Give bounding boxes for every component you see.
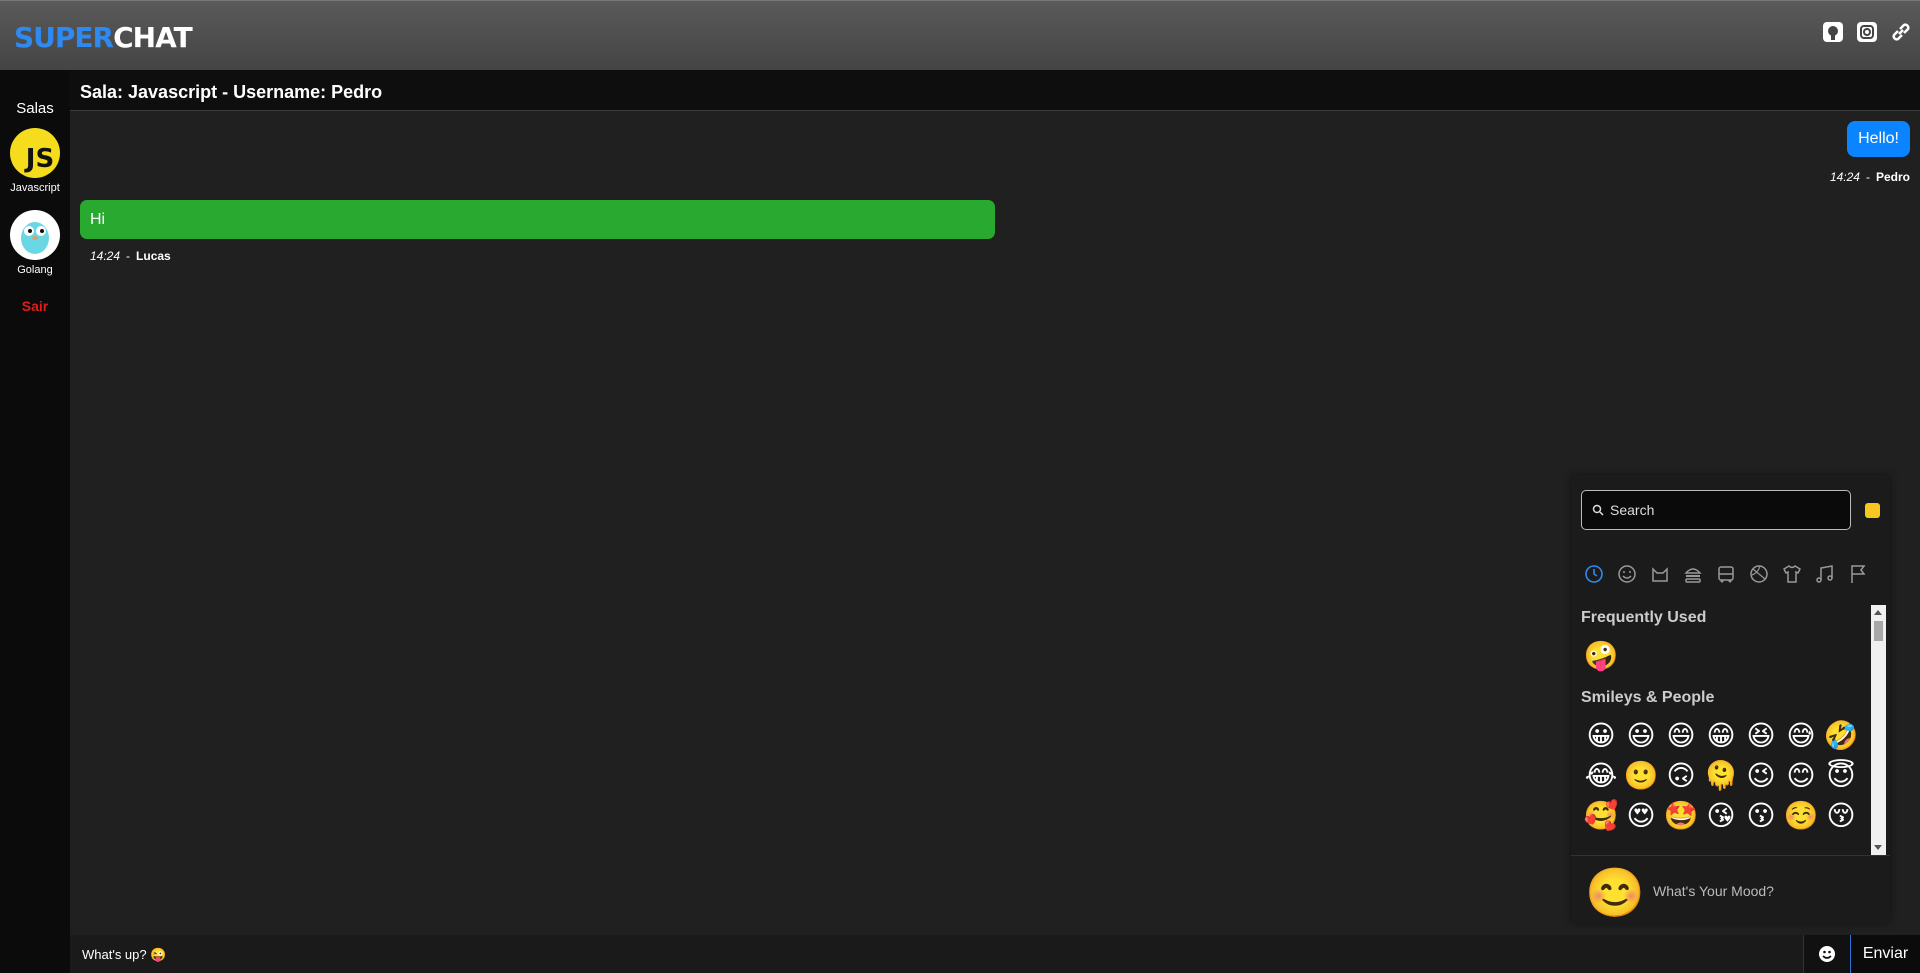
emoji-search-input[interactable]: Search — [1581, 490, 1851, 530]
emoji-smileys-0[interactable]: 😀 — [1581, 715, 1621, 755]
shirt-icon[interactable] — [1779, 561, 1805, 587]
emoji-list: Frequently Used 🤪 Smileys & People 😀 😃 😄 😁 😆… — [1571, 605, 1890, 855]
preview-emoji: 😊 — [1585, 867, 1645, 920]
message-time: 14:24 — [1829, 170, 1860, 184]
header-icons — [1822, 21, 1912, 43]
link-icon[interactable] — [1890, 21, 1912, 43]
emoji-smileys-12[interactable]: 😊 — [1781, 755, 1821, 795]
emoji-list-scrollbar[interactable] — [1871, 605, 1886, 855]
bus-icon[interactable] — [1713, 561, 1739, 587]
search-icon — [1592, 504, 1604, 516]
emoji-smileys-6[interactable]: 🤣 — [1821, 715, 1861, 755]
emoji-smileys-14[interactable]: 🥰 — [1581, 795, 1621, 835]
emoji-picker: Search Frequently Used 🤪 Smileys & Peopl… — [1571, 475, 1890, 923]
emoji-grid-smileys: 😀 😃 😄 😁 😆 😅 🤣 😂 🙂 🙃 🫠 😉 😊 😇 🥰 😍 🤩 😘 😗 ☺️ 😚 — [1581, 715, 1861, 835]
top-bar: SUPERCHAT — [0, 0, 1920, 70]
emoji-smileys-5[interactable]: 😅 — [1781, 715, 1821, 755]
message-meta: 14:24- Pedro — [1830, 170, 1910, 184]
smiley-icon[interactable] — [1614, 561, 1640, 587]
emoji-smileys-8[interactable]: 🙂 — [1621, 755, 1661, 795]
room-header: Sala: Javascript - Username: Pedro — [70, 70, 1920, 111]
emoji-smileys-18[interactable]: 😗 — [1741, 795, 1781, 835]
send-button[interactable]: Enviar — [1850, 935, 1920, 973]
gopher-icon — [10, 210, 60, 260]
scroll-down-arrow-icon[interactable] — [1874, 845, 1882, 850]
emoji-category-bar — [1581, 561, 1871, 587]
message-input[interactable]: What's up? 😜 — [82, 947, 166, 963]
room-javascript[interactable]: JS Javascript — [0, 128, 70, 194]
meta-separator: - — [1865, 170, 1870, 184]
emoji-smileys-4[interactable]: 😆 — [1741, 715, 1781, 755]
javascript-logo-icon: JS — [10, 128, 60, 178]
rooms-sidebar: Salas JS Javascript Golang Sair — [0, 70, 70, 973]
scrollbar-thumb[interactable] — [1874, 621, 1883, 641]
sidebar-title: Salas — [16, 100, 54, 117]
exit-button[interactable]: Sair — [0, 298, 70, 314]
music-icon[interactable] — [1812, 561, 1838, 587]
section-title-frequent: Frequently Used — [1581, 609, 1707, 626]
message-meta: 14:24- Lucas — [90, 249, 171, 263]
emoji-smileys-10[interactable]: 🫠 — [1701, 755, 1741, 795]
clock-icon[interactable] — [1581, 561, 1607, 587]
ball-icon[interactable] — [1746, 561, 1772, 587]
emoji-smileys-20[interactable]: 😚 — [1821, 795, 1861, 835]
emoji-smileys-3[interactable]: 😁 — [1701, 715, 1741, 755]
emoji-smileys-17[interactable]: 😘 — [1701, 795, 1741, 835]
emoji-smileys-13[interactable]: 😇 — [1821, 755, 1861, 795]
emoji-toggle-button[interactable] — [1803, 935, 1850, 973]
logo: SUPERCHAT — [14, 21, 193, 54]
message-bubble-incoming: Hi — [80, 200, 995, 239]
emoji-smileys-9[interactable]: 🙃 — [1661, 755, 1701, 795]
room-golang[interactable]: Golang — [0, 210, 70, 276]
message-time: 14:24 — [90, 249, 121, 263]
search-placeholder: Search — [1610, 502, 1655, 518]
emoji-smileys-15[interactable]: 😍 — [1621, 795, 1661, 835]
emoji-smileys-7[interactable]: 😂 — [1581, 755, 1621, 795]
message-author: Lucas — [136, 249, 171, 263]
cat-icon[interactable] — [1647, 561, 1673, 587]
flag-icon[interactable] — [1845, 561, 1871, 587]
emoji-frequent-0[interactable]: 🤪 — [1581, 635, 1621, 675]
message-composer[interactable]: What's up? 😜 — [70, 935, 1920, 973]
skin-tone-button[interactable] — [1865, 503, 1880, 518]
emoji-smileys-11[interactable]: 😉 — [1741, 755, 1781, 795]
instagram-icon[interactable] — [1856, 21, 1878, 43]
room-label: Javascript — [10, 182, 60, 194]
room-title: Sala: Javascript - Username: Pedro — [80, 82, 383, 102]
emoji-grid-frequent: 🤪 — [1581, 635, 1861, 675]
message-bubble-outgoing: Hello! — [1847, 121, 1910, 157]
meta-separator: - — [126, 249, 131, 263]
emoji-smileys-16[interactable]: 🤩 — [1661, 795, 1701, 835]
github-icon[interactable] — [1822, 21, 1844, 43]
smiley-icon — [1819, 946, 1835, 962]
emoji-smileys-1[interactable]: 😃 — [1621, 715, 1661, 755]
section-title-smileys: Smileys & People — [1581, 689, 1715, 706]
emoji-preview: 😊 What's Your Mood? — [1571, 855, 1890, 923]
emoji-smileys-2[interactable]: 😄 — [1661, 715, 1701, 755]
scroll-up-arrow-icon[interactable] — [1874, 610, 1882, 615]
room-label: Golang — [17, 264, 53, 276]
emoji-smileys-19[interactable]: ☺️ — [1781, 795, 1821, 835]
message-author: Pedro — [1875, 170, 1910, 184]
burger-icon[interactable] — [1680, 561, 1706, 587]
preview-text: What's Your Mood? — [1653, 883, 1774, 899]
